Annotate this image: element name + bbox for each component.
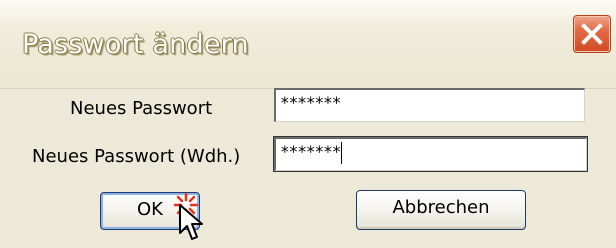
ok-button-label: OK (137, 199, 163, 220)
cancel-button-label: Abbrechen (392, 197, 490, 218)
new-password-field[interactable]: ******* (274, 88, 585, 122)
mouse-pointer-icon (179, 204, 203, 240)
close-button[interactable] (573, 15, 611, 53)
repeat-password-field[interactable]: ******* (273, 136, 588, 172)
password-change-dialog: Passwort ändern Neues Passwort ******* N… (0, 0, 616, 248)
close-icon (581, 23, 603, 45)
text-caret (341, 141, 343, 164)
repeat-password-label: Neues Passwort (Wdh.) (32, 146, 241, 167)
new-password-label: Neues Passwort (70, 98, 213, 119)
new-password-value: ******* (280, 93, 341, 112)
dialog-title: Passwort ändern (22, 29, 249, 60)
repeat-password-value: ******* (280, 142, 341, 161)
title-bar[interactable]: Passwort ändern (0, 0, 616, 89)
cancel-button[interactable]: Abbrechen (356, 190, 526, 230)
